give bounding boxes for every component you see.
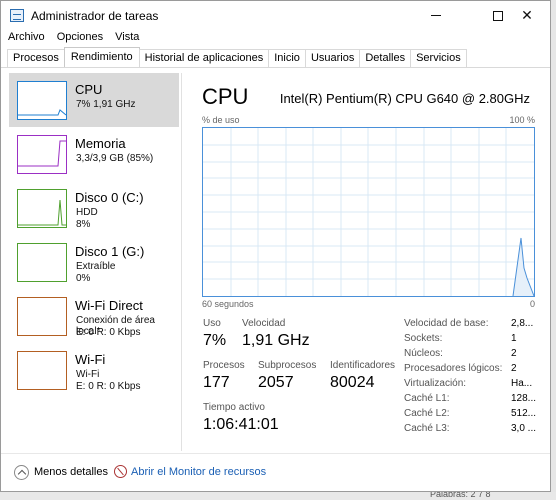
- sidebar-item-title: Wi-Fi Direct: [75, 298, 143, 313]
- sidebar-item-title: Memoria: [75, 136, 126, 151]
- sidebar-item-detail: Wi-Fi: [76, 369, 100, 380]
- info-label-cache-l2: Caché L2:: [404, 408, 450, 419]
- uso-label: Uso: [203, 318, 221, 329]
- menu-archivo[interactable]: Archivo: [1, 30, 50, 47]
- info-value-sockets: 1: [511, 333, 517, 344]
- chevron-up-icon[interactable]: [14, 465, 29, 480]
- sidebar-item-detail-2: E: 0 R: 0 Kbps: [76, 327, 141, 338]
- procesos-label: Procesos: [203, 360, 245, 371]
- menu-vista[interactable]: Vista: [108, 30, 144, 47]
- tiempo-activo-label: Tiempo activo: [203, 402, 265, 413]
- sidebar-item-title: Disco 1 (G:): [75, 244, 145, 259]
- disk1-thumbnail-graph: [17, 243, 67, 282]
- tab-servicios[interactable]: Servicios: [410, 49, 467, 67]
- sidebar-divider: [181, 73, 182, 451]
- page-title: CPU: [202, 84, 249, 109]
- info-label-logical-processors: Procesadores lógicos:: [404, 363, 503, 374]
- cpu-usage-graph-svg: [203, 128, 535, 297]
- wifi-thumbnail-graph: [17, 351, 67, 390]
- tab-historial[interactable]: Historial de aplicaciones: [138, 49, 270, 67]
- sidebar-item-disco-0[interactable]: Disco 0 (C:) HDD 8%: [9, 181, 179, 235]
- tab-divider: [1, 67, 550, 68]
- close-button[interactable]: ✕: [504, 1, 550, 30]
- velocidad-value: 1,91 GHz: [242, 332, 310, 349]
- sidebar-item-wifi-direct[interactable]: Wi-Fi Direct Conexión de área local* E: …: [9, 289, 179, 343]
- info-label-cache-l1: Caché L1:: [404, 393, 450, 404]
- info-label-base-speed: Velocidad de base:: [404, 318, 489, 329]
- subprocesos-label: Subprocesos: [258, 360, 317, 371]
- sidebar-item-wifi[interactable]: Wi-Fi Wi-Fi E: 0 R: 0 Kbps: [9, 343, 179, 397]
- footer: Menos detalles Abrir el Monitor de recur…: [1, 454, 550, 492]
- cpu-usage-graph: [202, 127, 535, 297]
- tab-procesos[interactable]: Procesos: [7, 49, 65, 67]
- identificadores-value: 80024: [330, 374, 375, 391]
- memory-thumbnail-graph: [17, 135, 67, 174]
- sidebar-item-detail-2: E: 0 R: 0 Kbps: [76, 381, 141, 392]
- info-value-logical-processors: 2: [511, 363, 517, 374]
- less-details-button[interactable]: Menos detalles: [34, 466, 108, 478]
- info-value-virtualization: Ha...: [511, 378, 533, 389]
- sidebar-item-cpu[interactable]: CPU 7% 1,91 GHz: [9, 73, 179, 127]
- graph-top-labels: % de uso 100 %: [202, 115, 535, 125]
- sidebar-item-disco-1[interactable]: Disco 1 (G:) Extraíble 0%: [9, 235, 179, 289]
- graph-y-max-label: 100 %: [509, 115, 535, 125]
- velocidad-label: Velocidad: [242, 318, 286, 329]
- maximize-icon: [493, 10, 503, 21]
- identificadores-label: Identificadores: [330, 360, 396, 371]
- sidebar-item-title: Disco 0 (C:): [75, 190, 144, 205]
- open-resource-monitor-link[interactable]: Abrir el Monitor de recursos: [131, 466, 266, 478]
- cpu-thumbnail-graph: [17, 81, 67, 120]
- graph-y-label: % de uso: [202, 115, 240, 125]
- tab-inicio[interactable]: Inicio: [268, 49, 306, 67]
- sidebar-item-detail: Extraíble: [76, 261, 116, 272]
- tiempo-activo-value: 1:06:41:01: [203, 416, 279, 433]
- minimize-button[interactable]: [413, 1, 459, 30]
- menu-opciones[interactable]: Opciones: [50, 30, 108, 47]
- tab-usuarios[interactable]: Usuarios: [304, 49, 361, 67]
- tab-detalles[interactable]: Detalles: [359, 49, 412, 67]
- graph-x-end-label: 0: [529, 299, 535, 309]
- task-manager-window: Administrador de tareas ✕ Archivo Opcion…: [0, 0, 551, 492]
- info-value-cache-l2: 512...: [511, 408, 537, 419]
- title-bar[interactable]: Administrador de tareas ✕: [1, 1, 550, 30]
- sidebar-item-detail-2: 0%: [76, 273, 91, 284]
- info-value-cache-l1: 128...: [511, 393, 537, 404]
- info-label-sockets: Sockets:: [404, 333, 443, 344]
- info-value-base-speed: 2,8...: [511, 318, 534, 329]
- procesos-value: 177: [203, 374, 230, 391]
- info-label-cores: Núcleos:: [404, 348, 443, 359]
- sidebar-item-detail-2: 8%: [76, 219, 91, 230]
- uso-value: 7%: [203, 332, 227, 349]
- sidebar-item-detail: HDD: [76, 207, 98, 218]
- window-title: Administrador de tareas: [31, 9, 159, 23]
- tab-rendimiento[interactable]: Rendimiento: [63, 47, 140, 67]
- info-value-cores: 2: [511, 348, 517, 359]
- sidebar-item-title: Wi-Fi: [75, 352, 106, 367]
- cpu-model-name: Intel(R) Pentium(R) CPU G640 @ 2.80GHz: [279, 91, 530, 106]
- wifi-direct-thumbnail-graph: [17, 297, 67, 336]
- info-label-cache-l3: Caché L3:: [404, 423, 450, 434]
- resource-monitor-icon: [114, 465, 127, 478]
- tab-bar: Procesos Rendimiento Historial de aplica…: [7, 47, 467, 67]
- graph-bottom-labels: 60 segundos 0: [202, 299, 535, 309]
- close-icon: ✕: [521, 7, 533, 23]
- minimize-icon: [431, 15, 441, 16]
- sidebar-item-detail: 3,3/3,9 GB (85%): [76, 153, 154, 164]
- disk0-thumbnail-graph: [17, 189, 67, 228]
- graph-x-label: 60 segundos: [202, 299, 254, 309]
- info-value-cache-l3: 3,0 ...: [511, 423, 537, 434]
- task-manager-icon: [10, 9, 24, 22]
- subprocesos-value: 2057: [258, 374, 294, 391]
- sidebar-item-memoria[interactable]: Memoria 3,3/3,9 GB (85%): [9, 127, 179, 181]
- menu-bar: Archivo Opciones Vista: [1, 30, 144, 47]
- resource-sidebar: CPU 7% 1,91 GHz Memoria 3,3/3,9 GB (85%)…: [9, 73, 179, 449]
- sidebar-item-detail: 7% 1,91 GHz: [76, 99, 136, 110]
- sidebar-item-title: CPU: [75, 82, 103, 97]
- info-label-virtualization: Virtualización:: [404, 378, 467, 389]
- background-edge: [551, 0, 556, 500]
